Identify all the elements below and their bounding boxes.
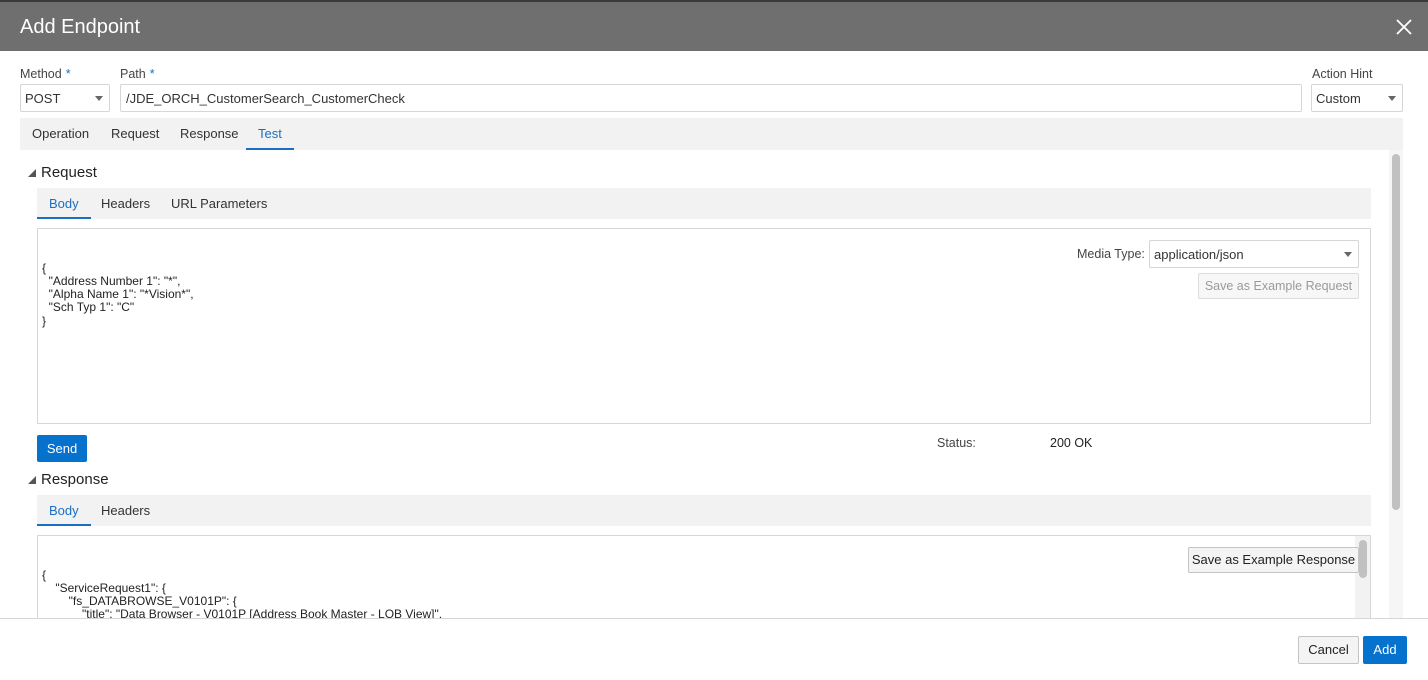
- method-select[interactable]: POST: [20, 84, 110, 112]
- request-section-heading[interactable]: Request: [28, 164, 97, 181]
- tab-response[interactable]: Response: [168, 118, 251, 150]
- method-label: Method *: [20, 67, 71, 81]
- tab-test[interactable]: Test: [246, 118, 294, 150]
- response-tab-headers[interactable]: Headers: [89, 495, 162, 526]
- collapse-triangle-icon: [28, 476, 36, 484]
- status-value: 200 OK: [1050, 436, 1093, 450]
- dialog-footer: Cancel Add: [0, 618, 1428, 680]
- main-tabbar: Operation Request Response Test: [20, 118, 1403, 150]
- save-example-response-button[interactable]: Save as Example Response: [1188, 547, 1359, 573]
- request-tab-body[interactable]: Body: [37, 188, 91, 219]
- response-section-heading[interactable]: Response: [28, 471, 109, 488]
- media-type-value: application/json: [1154, 247, 1244, 262]
- chevron-down-icon: [1388, 96, 1396, 101]
- tab-request[interactable]: Request: [99, 118, 171, 150]
- response-body-text: { "ServiceRequest1": { "fs_DATABROWSE_V0…: [42, 567, 443, 618]
- method-value: POST: [25, 91, 61, 106]
- action-hint-select[interactable]: Custom: [1311, 84, 1403, 112]
- main-scrollbar[interactable]: [1389, 150, 1403, 618]
- media-type-select[interactable]: application/json: [1149, 240, 1359, 268]
- dialog-titlebar: Add Endpoint: [0, 0, 1428, 51]
- dialog-title: Add Endpoint: [20, 16, 141, 38]
- add-button[interactable]: Add: [1363, 636, 1407, 664]
- collapse-triangle-icon: [28, 169, 36, 177]
- media-type-label: Media Type:: [1077, 247, 1145, 261]
- tab-operation[interactable]: Operation: [20, 118, 101, 150]
- action-hint-label: Action Hint: [1312, 67, 1373, 81]
- path-input[interactable]: /JDE_ORCH_CustomerSearch_CustomerCheck: [120, 84, 1302, 112]
- close-icon[interactable]: [1394, 17, 1414, 37]
- save-example-request-button[interactable]: Save as Example Request: [1198, 273, 1359, 299]
- request-tab-headers[interactable]: Headers: [89, 188, 162, 219]
- request-subtabbar: Body Headers URL Parameters: [37, 188, 1371, 219]
- response-scrollbar-thumb[interactable]: [1359, 540, 1367, 578]
- path-value: /JDE_ORCH_CustomerSearch_CustomerCheck: [126, 91, 405, 106]
- send-button[interactable]: Send: [37, 435, 87, 462]
- response-tab-body[interactable]: Body: [37, 495, 91, 526]
- action-hint-value: Custom: [1316, 91, 1361, 106]
- request-tab-url-parameters[interactable]: URL Parameters: [159, 188, 279, 219]
- chevron-down-icon: [95, 96, 103, 101]
- status-label: Status:: [937, 436, 976, 450]
- cancel-button[interactable]: Cancel: [1298, 636, 1359, 664]
- response-subtabbar: Body Headers: [37, 495, 1371, 526]
- main-scrollbar-thumb[interactable]: [1392, 154, 1400, 510]
- path-label: Path *: [120, 67, 155, 81]
- add-endpoint-dialog: Add Endpoint Method * POST Path * /JDE_ORC…: [0, 0, 1428, 680]
- chevron-down-icon: [1344, 252, 1352, 257]
- request-body-text: { "Address Number 1": "*", "Alpha Name 1…: [42, 260, 194, 328]
- response-body-viewer[interactable]: { "ServiceRequest1": { "fs_DATABROWSE_V0…: [37, 535, 1371, 618]
